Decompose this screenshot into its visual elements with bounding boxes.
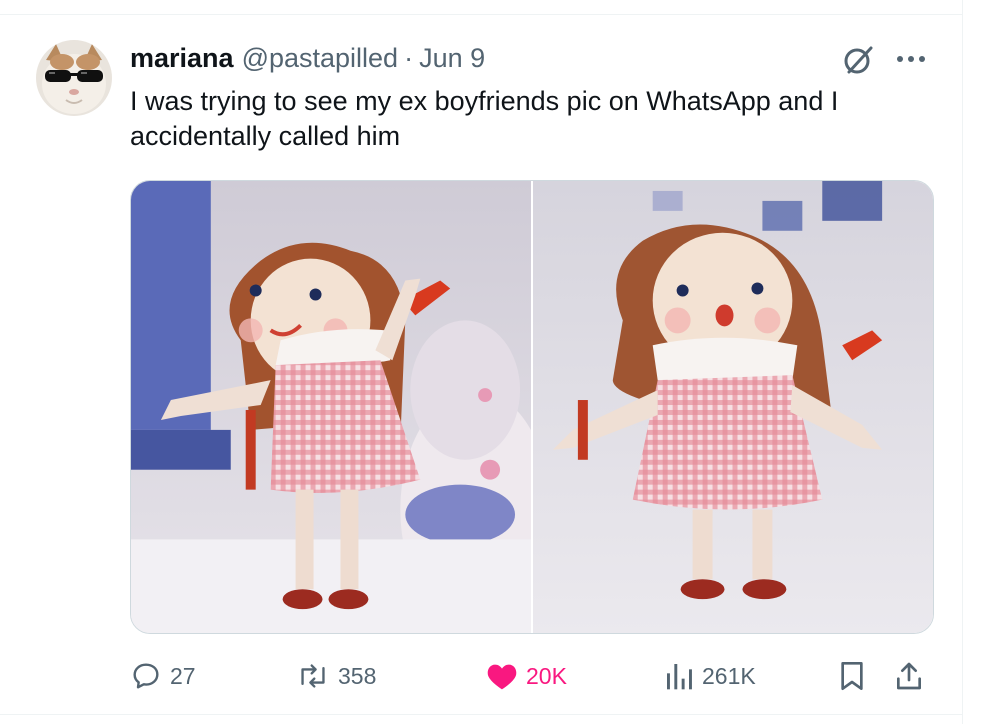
views-icon <box>667 664 692 690</box>
retweet-button[interactable]: 358 <box>296 656 376 696</box>
bookmark-icon <box>841 662 863 690</box>
frame-divider-bottom <box>0 714 962 715</box>
tweet-header: mariana @pastapilled · Jun 9 <box>130 40 485 76</box>
grok-icon[interactable] <box>840 42 876 78</box>
media-image-left[interactable] <box>131 181 531 633</box>
views-count: 261K <box>702 662 756 689</box>
frame-divider-top <box>0 14 962 15</box>
tweet-text: I was trying to see my ex boyfriends pic… <box>130 86 839 151</box>
reply-icon <box>133 663 159 689</box>
tweet-media[interactable] <box>130 180 934 634</box>
retweet-icon <box>301 664 325 688</box>
media-image-right[interactable] <box>533 181 933 633</box>
header-separator: · <box>404 42 414 73</box>
author-handle[interactable]: @pastapilled <box>242 43 399 74</box>
reply-button[interactable]: 27 <box>130 656 196 696</box>
avatar[interactable] <box>36 40 112 116</box>
heart-icon <box>487 664 517 690</box>
reply-count: 27 <box>170 662 196 689</box>
views-button[interactable]: 261K <box>664 656 756 696</box>
bookmark-button[interactable] <box>838 656 866 696</box>
author-display-name[interactable]: mariana <box>130 43 234 74</box>
tweet-actions: 27 358 20K 261K <box>130 656 940 696</box>
share-button[interactable] <box>894 656 924 696</box>
tweet-date[interactable]: Jun 9 <box>419 43 485 74</box>
avatar-image <box>36 40 112 116</box>
share-icon <box>897 662 922 690</box>
frame-divider-right <box>962 0 963 724</box>
like-count: 20K <box>526 662 567 689</box>
more-options-icon[interactable] <box>890 44 932 74</box>
retweet-count: 358 <box>338 662 377 689</box>
like-button[interactable]: 20K <box>486 656 567 696</box>
